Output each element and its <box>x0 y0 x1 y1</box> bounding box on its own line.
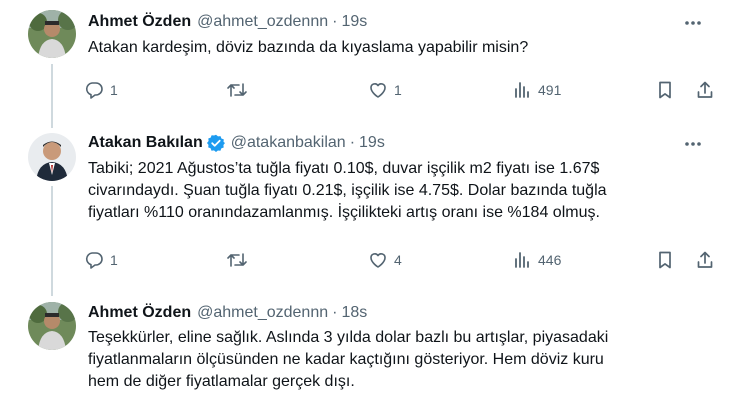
reply-bubble-icon <box>85 252 103 269</box>
separator-dot: · <box>349 134 356 151</box>
bookmark-button[interactable] <box>655 79 675 101</box>
like-button[interactable]: 1 <box>368 79 402 101</box>
author-handle[interactable]: @ahmet_ozdennn <box>197 13 328 31</box>
tweet-text: Atakan kardeşim, döviz bazında da kıyasl… <box>88 37 698 59</box>
author-name[interactable]: Ahmet Özden <box>88 304 191 322</box>
action-bar: 1 1 491 <box>84 79 724 101</box>
more-dots-icon <box>685 142 701 146</box>
reply-count: 1 <box>110 82 118 98</box>
tweet[interactable]: Ahmet Özden @ahmet_ozdennn · 18s Teşekkü… <box>0 294 730 420</box>
tweet-text-line: Teşekkürler, eline sağlık. Aslında 3 yıl… <box>88 329 609 346</box>
timestamp[interactable]: 19s <box>359 134 385 152</box>
analytics-bars-icon <box>515 252 529 268</box>
avatar[interactable] <box>28 10 76 58</box>
share-upload-icon <box>697 251 713 268</box>
tweet-text-line: hem de diğer fiyatlamalar gerçek dışı. <box>88 373 355 390</box>
share-button[interactable] <box>695 249 715 271</box>
views-button[interactable]: 446 <box>512 249 561 271</box>
tweet-text: Tabiki; 2021 Ağustos’ta tuğla fiyatı 0.1… <box>88 158 698 224</box>
like-button[interactable]: 4 <box>368 249 402 271</box>
analytics-bars-icon <box>515 82 529 98</box>
more-options-button[interactable] <box>682 12 704 34</box>
heart-icon <box>370 83 386 98</box>
author-name[interactable]: Ahmet Özden <box>88 13 191 31</box>
separator-dot: · <box>332 304 338 321</box>
retweet-button[interactable] <box>226 79 254 101</box>
reply-bubble-icon <box>85 82 103 99</box>
bookmark-icon <box>659 251 671 269</box>
reply-button[interactable]: 1 <box>84 79 118 101</box>
person-outdoor-photo-icon <box>28 10 76 58</box>
tweet-text-line: civarındaydı. Şuan tuğla fiyatı 0.21$, i… <box>88 182 607 199</box>
tweet-text-line: Atakan kardeşim, döviz bazında da kıyasl… <box>88 39 529 56</box>
tweet-text: Teşekkürler, eline sağlık. Aslında 3 yıl… <box>88 327 698 393</box>
reply-button[interactable]: 1 <box>84 249 118 271</box>
views-button[interactable]: 491 <box>512 79 561 101</box>
avatar[interactable] <box>28 133 76 181</box>
action-bar: 1 4 446 <box>84 249 724 271</box>
author-name[interactable]: Atakan Bakılan <box>88 134 203 152</box>
person-outdoor-photo-icon <box>28 302 76 350</box>
like-count: 1 <box>394 82 402 98</box>
verified-badge-icon <box>206 134 225 152</box>
share-button[interactable] <box>695 79 715 101</box>
view-count: 446 <box>538 252 562 268</box>
reply-count: 1 <box>110 252 118 268</box>
author-handle[interactable]: @ahmet_ozdennn <box>197 304 328 322</box>
timestamp[interactable]: 18s <box>341 304 367 322</box>
more-dots-icon <box>685 21 701 25</box>
tweet-text-line: fiyatlanmaların ölçüsünden ne kadar kaçt… <box>88 351 604 368</box>
share-upload-icon <box>697 81 713 98</box>
tweet[interactable]: Atakan Bakılan @atakanbakilan · 19s Tabi… <box>0 128 730 294</box>
tweet[interactable]: Ahmet Özden @ahmet_ozdennn · 19s Atakan … <box>0 0 730 128</box>
bookmark-icon <box>659 81 671 99</box>
like-count: 4 <box>394 252 402 268</box>
tweet-text-line: fiyatları %110 oranındazamlanmış. İşçili… <box>88 204 600 221</box>
retweet-button[interactable] <box>226 249 254 271</box>
person-suit-portrait-icon <box>28 133 76 181</box>
tweet-text-line: Tabiki; 2021 Ağustos’ta tuğla fiyatı 0.1… <box>88 160 600 177</box>
more-options-button[interactable] <box>682 133 704 155</box>
timestamp[interactable]: 19s <box>341 13 367 31</box>
separator-dot: · <box>332 13 338 30</box>
view-count: 491 <box>538 82 562 98</box>
retweet-icon <box>227 83 247 97</box>
bookmark-button[interactable] <box>655 249 675 271</box>
heart-icon <box>370 253 386 268</box>
avatar[interactable] <box>28 302 76 350</box>
retweet-icon <box>227 253 247 267</box>
author-handle[interactable]: @atakanbakilan <box>231 134 346 152</box>
